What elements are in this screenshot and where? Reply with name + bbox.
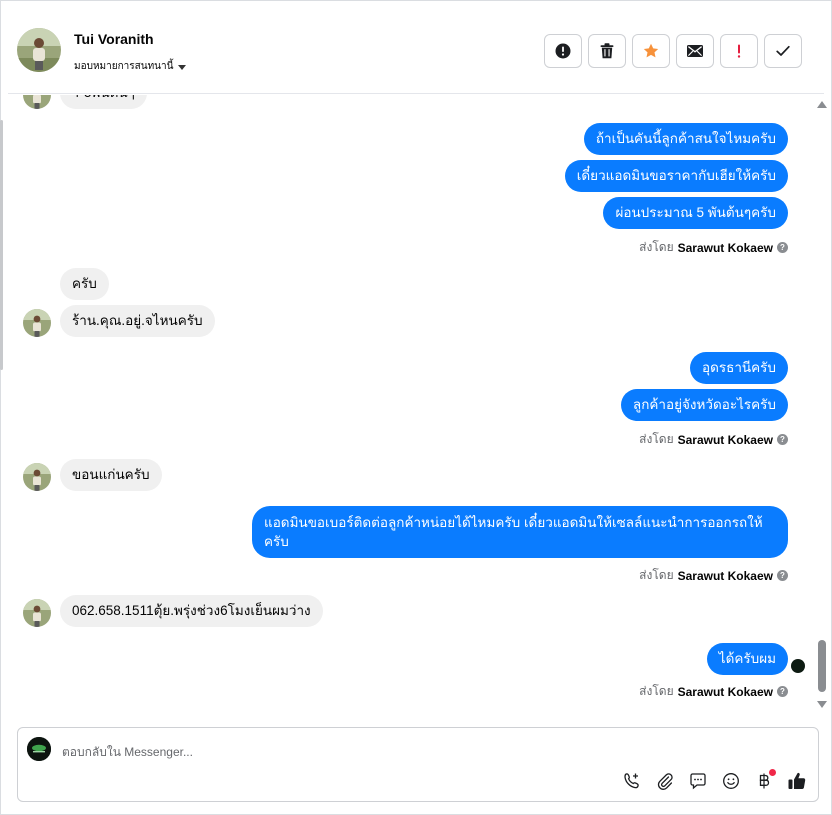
like-button[interactable] — [786, 770, 808, 792]
mark-as-spam-button[interactable] — [544, 34, 582, 68]
notification-dot — [769, 769, 776, 776]
message-thread[interactable]: 4-5พันต้นๆ ถ้าเป็นคันนี้ลูกค้าสนใจไหมครั… — [8, 95, 814, 715]
reply-input[interactable]: ตอบกลับใน Messenger... — [62, 743, 193, 762]
contact-avatar[interactable] — [17, 28, 61, 72]
scroll-up-arrow-icon[interactable] — [817, 101, 827, 108]
incoming-message-bubble[interactable]: ครับ — [60, 268, 109, 300]
outgoing-message-bubble[interactable]: ได้ครับผม — [706, 643, 788, 675]
sender-name: Sarawut Kokaew — [677, 568, 773, 583]
outgoing-message-bubble[interactable]: เดี๋ยวแอดมินขอราคากับเฮียให้ครับ — [564, 160, 788, 192]
chat-bubble-icon — [690, 773, 706, 790]
contact-name[interactable]: Tui Voranith — [74, 31, 154, 47]
conversation-actions — [544, 34, 802, 68]
help-icon[interactable]: ? — [777, 242, 788, 253]
sender-name: Sarawut Kokaew — [677, 240, 773, 255]
call-button[interactable] — [621, 770, 643, 792]
attach-button[interactable] — [654, 770, 676, 792]
thumbs-up-icon — [788, 772, 806, 789]
envelope-icon — [687, 45, 703, 57]
page-avatar — [27, 737, 51, 761]
outgoing-message-bubble[interactable]: อุดรธานีครับ — [689, 352, 788, 384]
star-icon — [643, 43, 659, 58]
emoji-button[interactable] — [720, 770, 742, 792]
caret-down-icon — [178, 64, 187, 70]
sender-name: Sarawut Kokaew — [677, 684, 773, 699]
smiley-icon — [723, 773, 739, 789]
sent-by-prefix: ส่งโดย — [639, 240, 674, 254]
outgoing-message-bubble[interactable]: ผ่อนประมาณ 5 พันต้นๆครับ — [603, 197, 788, 229]
incoming-message-bubble[interactable]: ขอนแก่นครับ — [60, 459, 162, 491]
outgoing-message-bubble[interactable]: แอดมินขอเบอร์ติดต่อลูกค้าหน่อยได้ไหมครับ… — [252, 506, 788, 558]
sent-by-prefix: ส่งโดย — [639, 568, 674, 582]
outgoing-message-bubble[interactable]: ถ้าเป็นคันนี้ลูกค้าสนใจไหมครับ — [583, 123, 788, 155]
contact-avatar-small — [23, 309, 51, 337]
trash-icon — [600, 43, 614, 59]
help-icon[interactable]: ? — [777, 434, 788, 445]
payment-button[interactable] — [753, 769, 776, 792]
contact-avatar-small — [23, 95, 51, 109]
sent-by-label: ส่งโดย Sarawut Kokaew ? — [639, 430, 788, 449]
seen-avatar-indicator — [791, 659, 805, 673]
conversation-header: Tui Voranith มอบหมายการสนทนานี้ — [8, 8, 824, 94]
sent-by-label: ส่งโดย Sarawut Kokaew ? — [639, 566, 788, 585]
check-icon — [776, 45, 790, 56]
saved-replies-button[interactable] — [687, 770, 709, 792]
incoming-message-bubble[interactable]: 062.658.1511ตุ้ย.พรุ่งช่วง6โมงเย็นผมว่าง — [60, 595, 323, 627]
delete-button[interactable] — [588, 34, 626, 68]
left-panel-edge — [0, 120, 3, 370]
outgoing-message-bubble[interactable]: ลูกค้าอยู่จังหวัดอะไรครับ — [620, 389, 788, 421]
reply-composer[interactable]: ตอบกลับใน Messenger... — [17, 727, 819, 802]
sent-by-label: ส่งโดย Sarawut Kokaew ? — [639, 682, 788, 701]
star-button[interactable] — [632, 34, 670, 68]
sent-by-prefix: ส่งโดย — [639, 684, 674, 698]
contact-avatar-small — [23, 599, 51, 627]
help-icon[interactable]: ? — [777, 686, 788, 697]
mark-done-button[interactable] — [764, 34, 802, 68]
sender-name: Sarawut Kokaew — [677, 432, 773, 447]
contact-avatar-small — [23, 463, 51, 491]
sent-by-label: ส่งโดย Sarawut Kokaew ? — [639, 238, 788, 257]
mark-important-button[interactable] — [720, 34, 758, 68]
assign-conversation-dropdown[interactable]: มอบหมายการสนทนานี้ — [74, 59, 187, 74]
important-icon — [737, 44, 741, 58]
paperclip-icon — [657, 773, 673, 790]
phone-plus-icon — [624, 773, 639, 789]
sent-by-prefix: ส่งโดย — [639, 432, 674, 446]
assign-label: มอบหมายการสนทนานี้ — [74, 61, 174, 72]
incoming-message-bubble[interactable]: ร้าน.คุณ.อยู่.จไหนครับ — [60, 305, 215, 337]
alert-circle-icon — [555, 43, 571, 59]
help-icon[interactable]: ? — [777, 570, 788, 581]
composer-tools — [621, 769, 808, 792]
scrollbar-thumb[interactable] — [818, 640, 826, 692]
scroll-down-arrow-icon[interactable] — [817, 701, 827, 708]
incoming-message-bubble[interactable]: 4-5พันต้นๆ — [60, 95, 147, 109]
mark-unread-button[interactable] — [676, 34, 714, 68]
